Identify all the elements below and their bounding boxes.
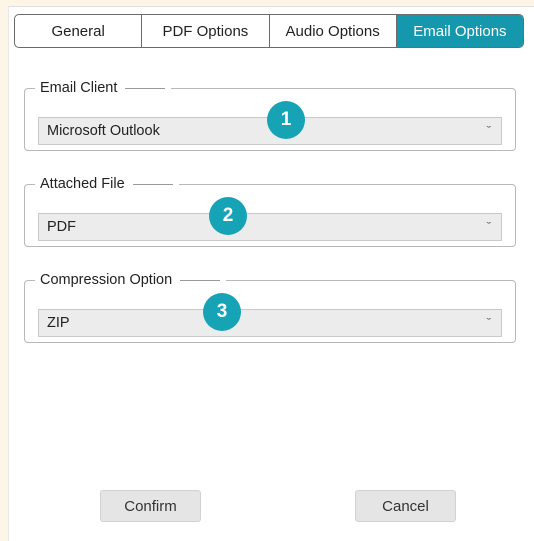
chevron-down-icon: ˇ — [486, 317, 492, 329]
attached-file-select[interactable]: PDF ˇ — [38, 213, 502, 241]
tab-pdf-options[interactable]: PDF Options — [141, 15, 268, 47]
email-client-value: Microsoft Outlook — [47, 123, 160, 139]
compression-option-group: Compression Option ZIP ˇ — [24, 272, 516, 343]
step-badge-3: 3 — [203, 293, 241, 331]
legend-line — [125, 87, 166, 89]
cancel-button[interactable]: Cancel — [355, 490, 456, 522]
compression-option-label: Compression Option — [40, 272, 173, 288]
tab-bar: General PDF Options Audio Options Email … — [14, 14, 524, 48]
step-badge-2: 2 — [209, 197, 247, 235]
compression-option-value: ZIP — [47, 315, 70, 331]
chevron-down-icon: ˇ — [486, 125, 492, 137]
email-client-legend: Email Client — [35, 80, 171, 96]
tab-general[interactable]: General — [15, 15, 141, 47]
legend-line — [132, 183, 173, 185]
email-client-label: Email Client — [40, 80, 118, 96]
attached-file-group: Attached File PDF ˇ — [24, 176, 516, 247]
compression-option-select[interactable]: ZIP ˇ — [38, 309, 502, 337]
attached-file-value: PDF — [47, 219, 76, 235]
tab-audio-options[interactable]: Audio Options — [268, 15, 396, 47]
chevron-down-icon: ˇ — [486, 221, 492, 233]
attached-file-legend: Attached File — [35, 176, 179, 192]
legend-line — [180, 279, 221, 281]
attached-file-label: Attached File — [40, 176, 125, 192]
compression-option-legend: Compression Option — [35, 272, 226, 288]
step-badge-1: 1 — [267, 101, 305, 139]
confirm-button[interactable]: Confirm — [100, 490, 201, 522]
tab-email-options[interactable]: Email Options — [395, 15, 523, 47]
